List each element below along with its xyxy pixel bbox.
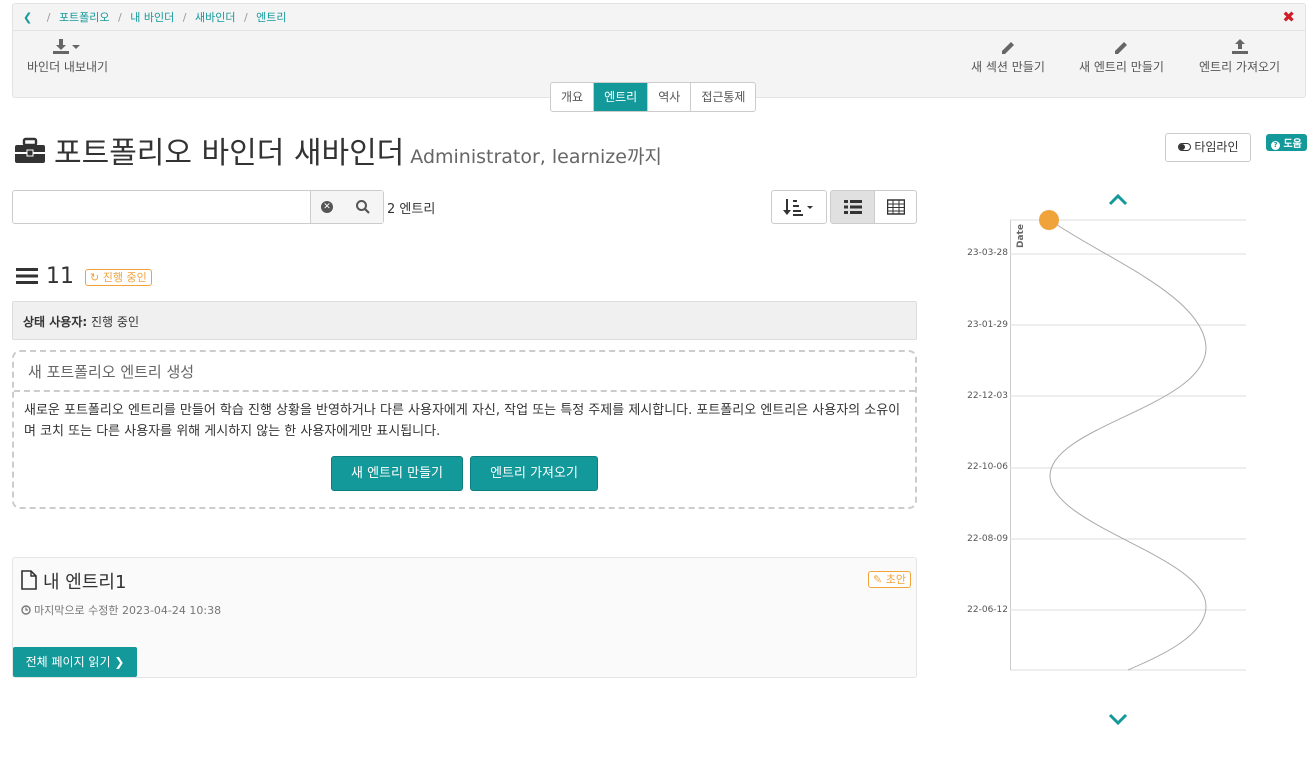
tab-overview[interactable]: 개요 (551, 83, 595, 111)
entry-title-text: 내 엔트리1 (43, 572, 127, 593)
search-addon: ✕ (310, 191, 383, 223)
read-full-page-label: 전체 페이지 읽기 (25, 655, 111, 669)
pencil-icon: ✎ (873, 573, 883, 586)
breadcrumb-entries[interactable]: 엔트리 (256, 11, 286, 24)
draft-badge-label: 초안 (885, 573, 906, 586)
breadcrumb-new-binder[interactable]: 새바인더 (195, 11, 235, 24)
download-icon (27, 38, 108, 58)
read-full-page-button[interactable]: 전체 페이지 읽기 ❯ (13, 647, 137, 677)
page-subtitle: Administrator, learnize까지 (410, 146, 662, 168)
list-view-button[interactable] (831, 191, 875, 223)
import-entry-toolbar-label: 엔트리 가져오기 (1199, 60, 1281, 74)
entry-title[interactable]: 내 엔트리1 (21, 568, 126, 595)
new-entry-toolbar-button[interactable]: 새 엔트리 만들기 (1079, 38, 1164, 75)
breadcrumb-separator: / (243, 11, 248, 24)
section-number: 11 (46, 264, 74, 289)
timeline-date-label: 22-08-09 (967, 534, 1008, 544)
help-button[interactable]: ? 도움 (1266, 134, 1307, 151)
file-icon (21, 570, 37, 595)
timeline-toggle-label: 타임라인 (1194, 140, 1239, 154)
page-title-text: 포트폴리오 바인더 새바인더 (54, 136, 405, 171)
section-heading: 11 ↻ 진행 중인 (16, 264, 152, 291)
briefcase-icon (14, 137, 46, 173)
table-icon (886, 199, 906, 219)
search-input[interactable] (13, 191, 311, 223)
page-title: 포트폴리오 바인더 새바인더 Administrator, learnize까지 (14, 128, 662, 173)
search-icon[interactable] (355, 199, 371, 219)
timeline-date-label: 22-12-03 (967, 391, 1008, 401)
binder-tabs: 개요 엔트리 역사 접근통제 (550, 82, 757, 112)
entry-card: 내 엔트리1 ✎ 초안 마지막으로 수정한 2023-04-24 10:38 전… (12, 557, 917, 678)
sort-icon (783, 198, 817, 222)
upload-icon (1199, 38, 1280, 58)
breadcrumb-separator: / (118, 11, 122, 24)
new-section-label: 새 섹션 만들기 (971, 60, 1045, 74)
timeline-chart: Date (1010, 210, 1246, 671)
new-entry-toolbar-label: 새 엔트리 만들기 (1079, 60, 1164, 74)
tab-history[interactable]: 역사 (648, 83, 692, 111)
section-status-bar: 상태 사용자: 진행 중인 (12, 301, 917, 340)
timeline-entry-point (1039, 210, 1059, 230)
refresh-icon: ↻ (90, 270, 100, 284)
breadcrumb-my-binders[interactable]: 내 바인더 (130, 11, 174, 24)
search-box: ✕ (12, 190, 384, 224)
timeline-date-label: 23-01-29 (967, 320, 1008, 330)
new-entry-button[interactable]: 새 엔트리 만들기 (331, 456, 463, 491)
new-section-button[interactable]: 새 섹션 만들기 (971, 38, 1045, 75)
entry-count: 2 엔트리 (387, 202, 436, 217)
timeline-date-label: 23-03-28 (967, 248, 1008, 258)
import-entry-toolbar-button[interactable]: 엔트리 가져오기 (1199, 38, 1280, 75)
entry-modified-text: 마지막으로 수정한 2023-04-24 10:38 (34, 604, 222, 617)
table-view-button[interactable] (875, 191, 916, 223)
entry-modified: 마지막으로 수정한 2023-04-24 10:38 (21, 602, 221, 618)
menu-icon[interactable] (16, 266, 38, 291)
breadcrumb-portfolio[interactable]: 포트폴리오 (59, 11, 110, 24)
create-entry-title: 새 포트폴리오 엔트리 생성 (14, 352, 915, 392)
in-progress-badge-label: 진행 중인 (102, 270, 147, 284)
export-binder-button[interactable]: 바인더 내보내기 (27, 38, 108, 75)
pencil-icon (1079, 38, 1164, 58)
tab-access-control[interactable]: 접근통제 (691, 83, 755, 111)
view-toggle-group (830, 190, 917, 224)
timeline-toggle-button[interactable]: 타임라인 (1165, 133, 1251, 162)
breadcrumb: ❮ / 포트폴리오 / 내 바인더 / 새바인더 / 엔트리 (23, 9, 287, 25)
tab-entries[interactable]: 엔트리 (594, 83, 649, 111)
question-icon: ? (1271, 141, 1280, 150)
status-value: 진행 중인 (91, 315, 139, 329)
in-progress-badge: ↻ 진행 중인 (85, 268, 152, 286)
create-entry-description: 새로운 포트폴리오 엔트리를 만들어 학습 진행 상황을 반영하거나 다른 사용… (24, 403, 901, 439)
timeline-date-label: 22-06-12 (967, 605, 1008, 615)
toggle-icon (1177, 143, 1191, 151)
clock-icon (21, 605, 31, 618)
chevron-right-icon: ❯ (114, 655, 125, 669)
pencil-icon (971, 38, 1045, 58)
sort-button[interactable] (771, 190, 827, 224)
timeline-date-label: 22-10-06 (967, 462, 1008, 472)
close-icon[interactable]: ✖ (1282, 8, 1295, 26)
clear-search-icon[interactable]: ✕ (321, 201, 333, 213)
status-label: 상태 사용자: (23, 315, 88, 329)
create-entry-panel: 새 포트폴리오 엔트리 생성 새로운 포트폴리오 엔트리를 만들어 학습 진행 … (12, 350, 917, 509)
timeline-axis-label: Date (1016, 224, 1026, 248)
list-icon (844, 199, 862, 219)
export-binder-label: 바인더 내보내기 (27, 60, 109, 74)
draft-badge: ✎ 초안 (868, 571, 911, 588)
breadcrumb-separator: / (46, 11, 51, 24)
help-label: 도움 (1283, 139, 1302, 150)
timeline-curve (1049, 219, 1207, 671)
breadcrumb-separator: / (182, 11, 187, 24)
timeline-scroll-down-icon[interactable] (1108, 713, 1128, 731)
import-entry-button[interactable]: 엔트리 가져오기 (470, 456, 598, 491)
breadcrumb-row: ❮ / 포트폴리오 / 내 바인더 / 새바인더 / 엔트리 ✖ (13, 4, 1305, 31)
back-chevron-icon[interactable]: ❮ (23, 11, 32, 24)
